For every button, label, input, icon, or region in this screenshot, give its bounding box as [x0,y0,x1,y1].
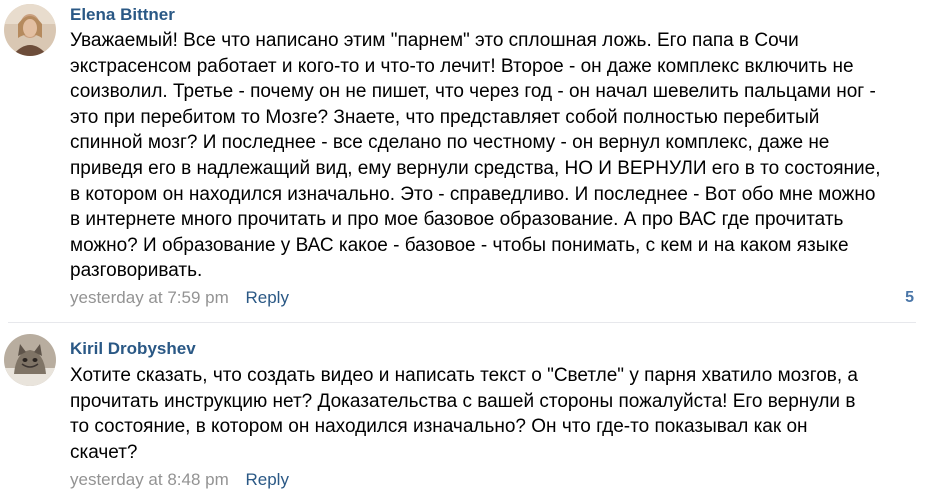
comment-text: Уважаемый! Все что написано этим "парнем… [70,30,881,282]
avatar[interactable] [4,4,56,56]
comment-timestamp[interactable]: yesterday at 7:59 pm [70,288,229,307]
divider [8,322,916,323]
comment-author[interactable]: Elena Bittner [70,5,175,25]
avatar[interactable] [4,334,56,386]
like-count[interactable]: 5 [905,288,914,308]
comment-meta: yesterday at 8:48 pm Reply [70,470,289,490]
cat-photo-icon [4,334,56,386]
comment-text: Хотите сказать, что создать видео и напи… [70,365,858,463]
comment-timestamp[interactable]: yesterday at 8:48 pm [70,470,229,489]
comment-author[interactable]: Kiril Drobyshev [70,339,196,359]
reply-button[interactable]: Reply [246,288,289,307]
reply-button[interactable]: Reply [246,470,289,489]
comment-meta: yesterday at 7:59 pm Reply [70,288,289,308]
user-photo-icon [4,4,56,56]
comment-item: Kiril Drobyshev Хотите сказать, что созд… [0,330,952,496]
comment-item: Elena Bittner Уважаемый! Все что написан… [0,0,952,320]
